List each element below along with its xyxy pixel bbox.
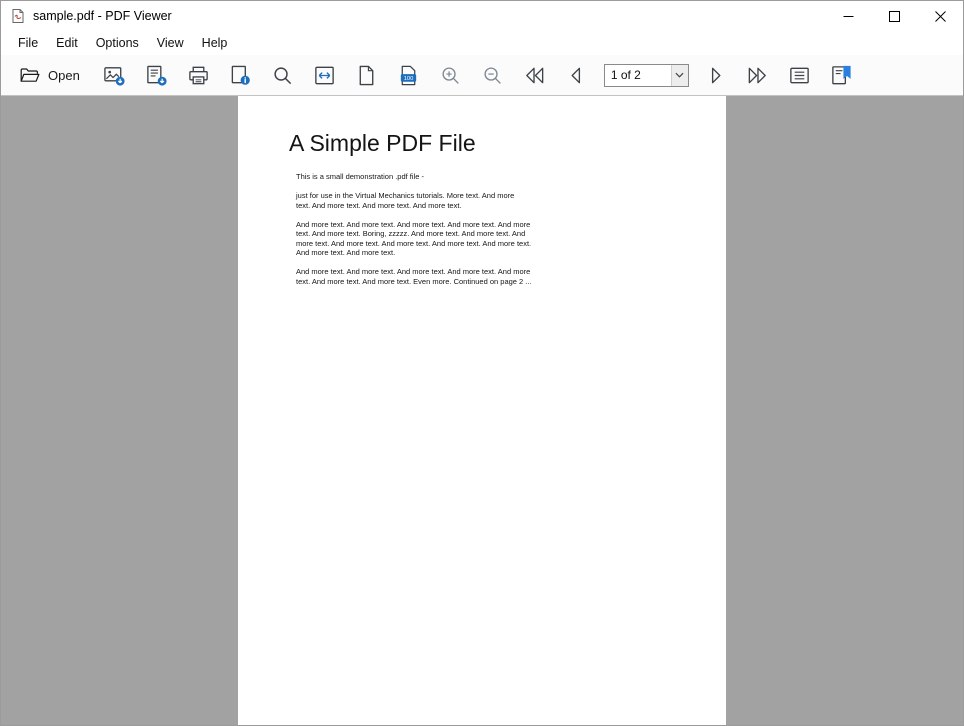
folder-open-icon	[19, 65, 40, 86]
document-info-button[interactable]	[222, 58, 260, 92]
actual-size-button[interactable]: 100	[390, 58, 428, 92]
thumbnails-button[interactable]	[781, 58, 819, 92]
pdf-document-title: A Simple PDF File	[238, 96, 726, 157]
bookmarks-button[interactable]	[823, 58, 861, 92]
document-viewport: A Simple PDF File This is a small demons…	[1, 96, 963, 725]
pdf-viewer-window: sample.pdf - PDF Viewer File Edit Option…	[0, 0, 964, 726]
next-page-icon	[704, 64, 727, 87]
previous-page-button[interactable]	[558, 58, 596, 92]
first-page-button[interactable]	[516, 58, 554, 92]
minimize-button[interactable]	[825, 1, 871, 31]
fit-width-button[interactable]	[306, 58, 344, 92]
search-button[interactable]	[264, 58, 302, 92]
pdf-page: A Simple PDF File This is a small demons…	[238, 96, 726, 725]
pdf-paragraph: And more text. And more text. And more t…	[296, 220, 726, 258]
menu-item-view[interactable]: View	[148, 33, 193, 55]
pdf-paragraph: This is a small demonstration .pdf file …	[296, 172, 726, 182]
menu-item-file[interactable]: File	[9, 33, 47, 55]
maximize-button[interactable]	[871, 1, 917, 31]
export-image-icon	[103, 64, 126, 87]
search-icon	[271, 64, 294, 87]
maximize-icon	[889, 11, 900, 22]
menu-item-help[interactable]: Help	[193, 33, 237, 55]
document-info-icon	[229, 64, 252, 87]
title-bar: sample.pdf - PDF Viewer	[1, 1, 963, 31]
window-controls	[825, 1, 963, 31]
minimize-icon	[843, 11, 854, 22]
page-selector-value: 1 of 2	[605, 65, 671, 86]
fit-page-icon	[355, 64, 378, 87]
close-button[interactable]	[917, 1, 963, 31]
thumbnails-icon	[788, 64, 811, 87]
print-icon	[187, 64, 210, 87]
close-icon	[935, 11, 946, 22]
bookmarks-icon	[830, 64, 853, 87]
zoom-out-icon	[481, 64, 504, 87]
export-image-button[interactable]	[96, 58, 134, 92]
menu-item-edit[interactable]: Edit	[47, 33, 87, 55]
export-text-button[interactable]	[138, 58, 176, 92]
last-page-button[interactable]	[739, 58, 777, 92]
print-button[interactable]	[180, 58, 218, 92]
previous-page-icon	[565, 64, 588, 87]
actual-size-icon: 100	[397, 64, 420, 87]
next-page-button[interactable]	[697, 58, 735, 92]
app-icon	[10, 8, 26, 24]
first-page-icon	[523, 64, 546, 87]
pdf-paragraph: just for use in the Virtual Mechanics tu…	[296, 191, 726, 210]
zoom-out-button[interactable]	[474, 58, 512, 92]
actual-size-label: 100	[404, 76, 414, 82]
menu-item-options[interactable]: Options	[87, 33, 148, 55]
zoom-in-button[interactable]	[432, 58, 470, 92]
window-title: sample.pdf - PDF Viewer	[33, 9, 172, 23]
pdf-paragraph: And more text. And more text. And more t…	[296, 267, 726, 286]
toolbar: Open	[1, 55, 963, 96]
open-button-label: Open	[48, 68, 80, 83]
page-selector[interactable]: 1 of 2	[604, 64, 689, 87]
export-text-icon	[145, 64, 168, 87]
chevron-down-icon	[671, 65, 688, 86]
fit-page-button[interactable]	[348, 58, 386, 92]
fit-width-icon	[313, 64, 336, 87]
pdf-paragraphs: This is a small demonstration .pdf file …	[238, 157, 726, 286]
last-page-icon	[746, 64, 769, 87]
open-button[interactable]: Open	[9, 58, 92, 92]
zoom-in-icon	[439, 64, 462, 87]
menu-bar: File Edit Options View Help	[1, 31, 963, 55]
